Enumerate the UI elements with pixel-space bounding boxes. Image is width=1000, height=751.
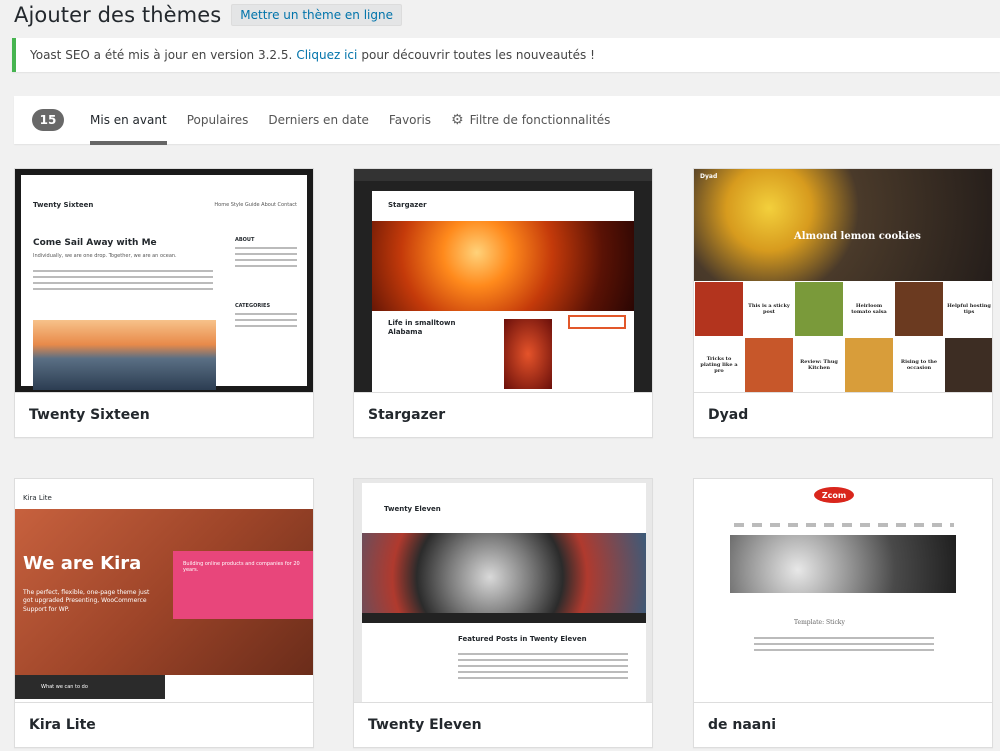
preview-text-lines — [754, 637, 934, 655]
theme-filter-bar: 15 Mis en avant Populaires Derniers en d… — [14, 96, 1000, 145]
feature-filter-label: Filtre de fonctionnalités — [469, 113, 611, 127]
page-header: Ajouter des thèmes Mettre un thème en li… — [14, 0, 402, 30]
preview-hero-image — [372, 221, 634, 311]
preview-hero-caption: Almond lemon cookies — [794, 231, 921, 242]
theme-name: Kira Lite — [15, 703, 313, 747]
theme-name: Twenty Sixteen — [15, 393, 313, 437]
preview-post-image — [504, 319, 552, 389]
theme-count-badge: 15 — [32, 109, 64, 131]
theme-name: de naani — [694, 703, 992, 747]
update-notice: Yoast SEO a été mis à jour en version 3.… — [12, 38, 1000, 72]
feature-filter-button[interactable]: ⚙ Filtre de fonctionnalités — [451, 96, 610, 144]
preview-site-title: Twenty Sixteen — [33, 201, 94, 209]
preview-nav — [734, 523, 954, 527]
theme-card-kira-lite[interactable]: Kira Lite We are Kira The perfect, flexi… — [14, 478, 314, 748]
theme-name: Twenty Eleven — [354, 703, 652, 747]
theme-screenshot[interactable]: Twenty Eleven Featured Posts in Twenty E… — [354, 479, 652, 703]
preview-card: Building online products and companies f… — [173, 551, 313, 619]
theme-card-de-naani[interactable]: Zcom Template: Sticky de naani — [693, 478, 993, 748]
theme-screenshot[interactable]: Zcom Template: Sticky — [694, 479, 992, 703]
tab-popular[interactable]: Populaires — [187, 96, 249, 144]
preview-headline: Come Sail Away with Me — [33, 238, 157, 248]
preview-subhead: The perfect, flexible, one-page theme ju… — [23, 589, 150, 613]
theme-card-twenty-sixteen[interactable]: Twenty Sixteen Home Style Guide About Co… — [14, 168, 314, 438]
tab-featured[interactable]: Mis en avant — [90, 96, 167, 145]
preview-site-title: Twenty Eleven — [384, 505, 441, 513]
notice-text: Yoast SEO a été mis à jour en version 3.… — [30, 48, 293, 62]
preview-logo: Zcom — [814, 487, 854, 503]
theme-name: Stargazer — [354, 393, 652, 437]
gear-icon: ⚙ — [451, 112, 464, 128]
preview-headline: We are Kira — [23, 553, 142, 574]
preview-text-lines — [458, 653, 628, 683]
preview-hero-image — [730, 535, 956, 593]
preview-sidebar: ABOUT CATEGORIES — [235, 237, 297, 331]
preview-post-title: Template: Sticky — [794, 619, 845, 626]
preview-nav: Home Style Guide About Contact — [214, 202, 297, 208]
preview-photo — [33, 320, 216, 390]
preview-subhead: Individually, we are one drop. Together,… — [33, 253, 177, 259]
preview-menu-bar — [362, 613, 646, 623]
theme-card-stargazer[interactable]: Stargazer Life in smalltown Alabama Star… — [353, 168, 653, 438]
theme-card-twenty-eleven[interactable]: Twenty Eleven Featured Posts in Twenty E… — [353, 478, 653, 748]
tab-latest[interactable]: Derniers en date — [268, 96, 369, 144]
preview-site-title: Dyad — [700, 173, 718, 180]
notice-text-suffix: pour découvrir toutes les nouveautés ! — [361, 48, 595, 62]
preview-logo: Kira Lite — [23, 494, 52, 502]
preview-hero-image — [694, 169, 992, 281]
preview-text-lines — [33, 270, 213, 294]
theme-name: Dyad — [694, 393, 992, 437]
preview-post-title: Life in smalltown Alabama — [388, 319, 456, 337]
theme-screenshot[interactable]: Kira Lite We are Kira The perfect, flexi… — [15, 479, 313, 703]
page-title: Ajouter des thèmes — [14, 3, 222, 27]
preview-footer-label: What we can to do — [15, 675, 165, 699]
upload-theme-button[interactable]: Mettre un thème en ligne — [231, 4, 402, 26]
preview-hero-image — [362, 533, 646, 613]
preview-post-title: Featured Posts in Twenty Eleven — [458, 635, 587, 643]
theme-screenshot[interactable]: Dyad Almond lemon cookies This is a stic… — [694, 169, 992, 393]
notice-link[interactable]: Cliquez ici — [296, 48, 357, 62]
preview-site-title: Stargazer — [388, 201, 427, 209]
theme-card-dyad[interactable]: Dyad Almond lemon cookies This is a stic… — [693, 168, 993, 438]
preview-tiles: This is a sticky post Heirloom tomato sa… — [694, 281, 992, 392]
preview-search-widget — [568, 315, 626, 329]
theme-screenshot[interactable]: Stargazer Life in smalltown Alabama — [354, 169, 652, 393]
tab-favorites[interactable]: Favoris — [389, 96, 431, 144]
theme-screenshot[interactable]: Twenty Sixteen Home Style Guide About Co… — [15, 169, 313, 393]
